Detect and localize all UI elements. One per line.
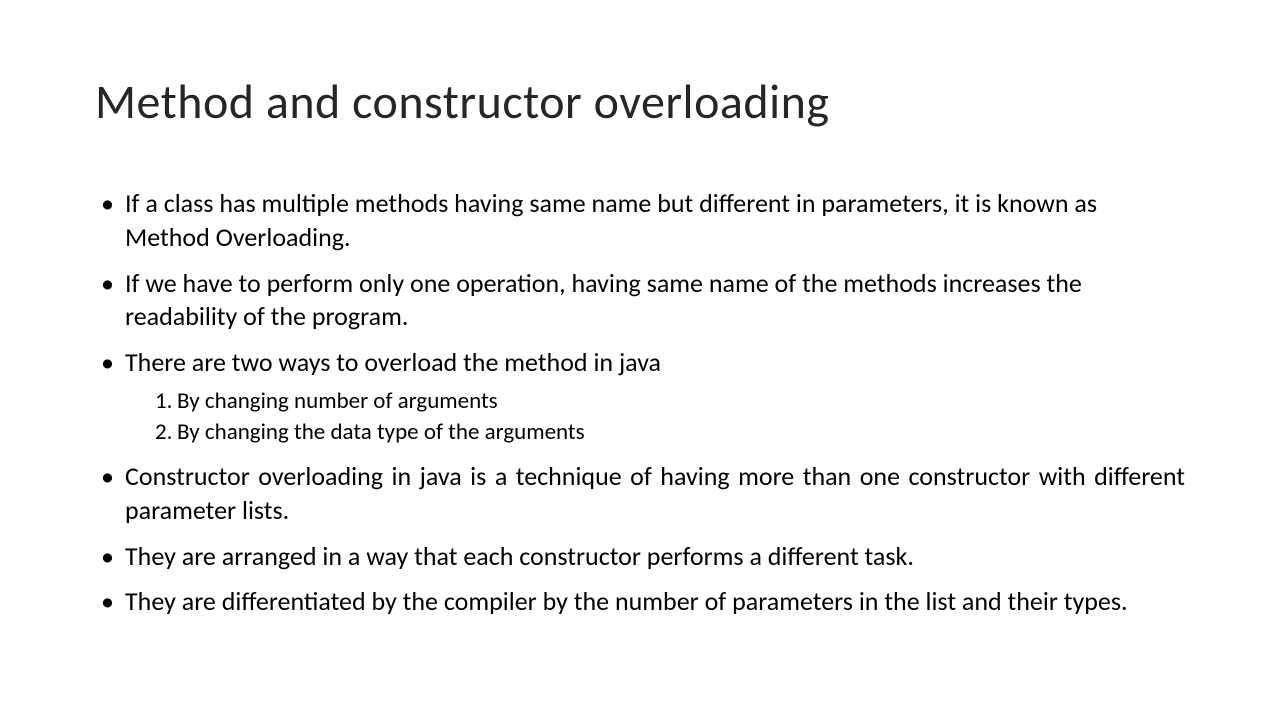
bullet-text: If we have to perform only one operation… xyxy=(125,267,1082,333)
sub-item-number: 2. xyxy=(155,417,172,448)
bullet-item: They are arranged in a way that each con… xyxy=(95,540,1185,574)
bullet-item: If a class has multiple methods having s… xyxy=(95,187,1185,255)
sub-item: 2. By changing the data type of the argu… xyxy=(155,417,1185,448)
numbered-sublist: 1. By changing number of arguments 2. By… xyxy=(155,386,1185,448)
sub-item-text: By changing number of arguments xyxy=(177,387,498,415)
bullet-item: They are differentiated by the compiler … xyxy=(95,585,1185,619)
sub-item-text: By changing the data type of the argumen… xyxy=(177,418,585,446)
sub-item: 1. By changing number of arguments xyxy=(155,386,1185,417)
sub-item-number: 1. xyxy=(155,386,172,417)
bullet-text: They are differentiated by the compiler … xyxy=(125,585,1128,617)
bullet-text: There are two ways to overload the metho… xyxy=(125,346,661,378)
bullet-item: Constructor overloading in java is a tec… xyxy=(95,460,1185,528)
bullet-text: Constructor overloading in java is a tec… xyxy=(125,460,1185,526)
bullet-item: There are two ways to overload the metho… xyxy=(95,346,1185,448)
bullet-list: If a class has multiple methods having s… xyxy=(95,187,1185,619)
bullet-item: If we have to perform only one operation… xyxy=(95,267,1185,335)
bullet-text: If a class has multiple methods having s… xyxy=(125,187,1097,253)
slide-title: Method and constructor overloading xyxy=(95,72,1185,131)
bullet-text: They are arranged in a way that each con… xyxy=(125,540,914,572)
